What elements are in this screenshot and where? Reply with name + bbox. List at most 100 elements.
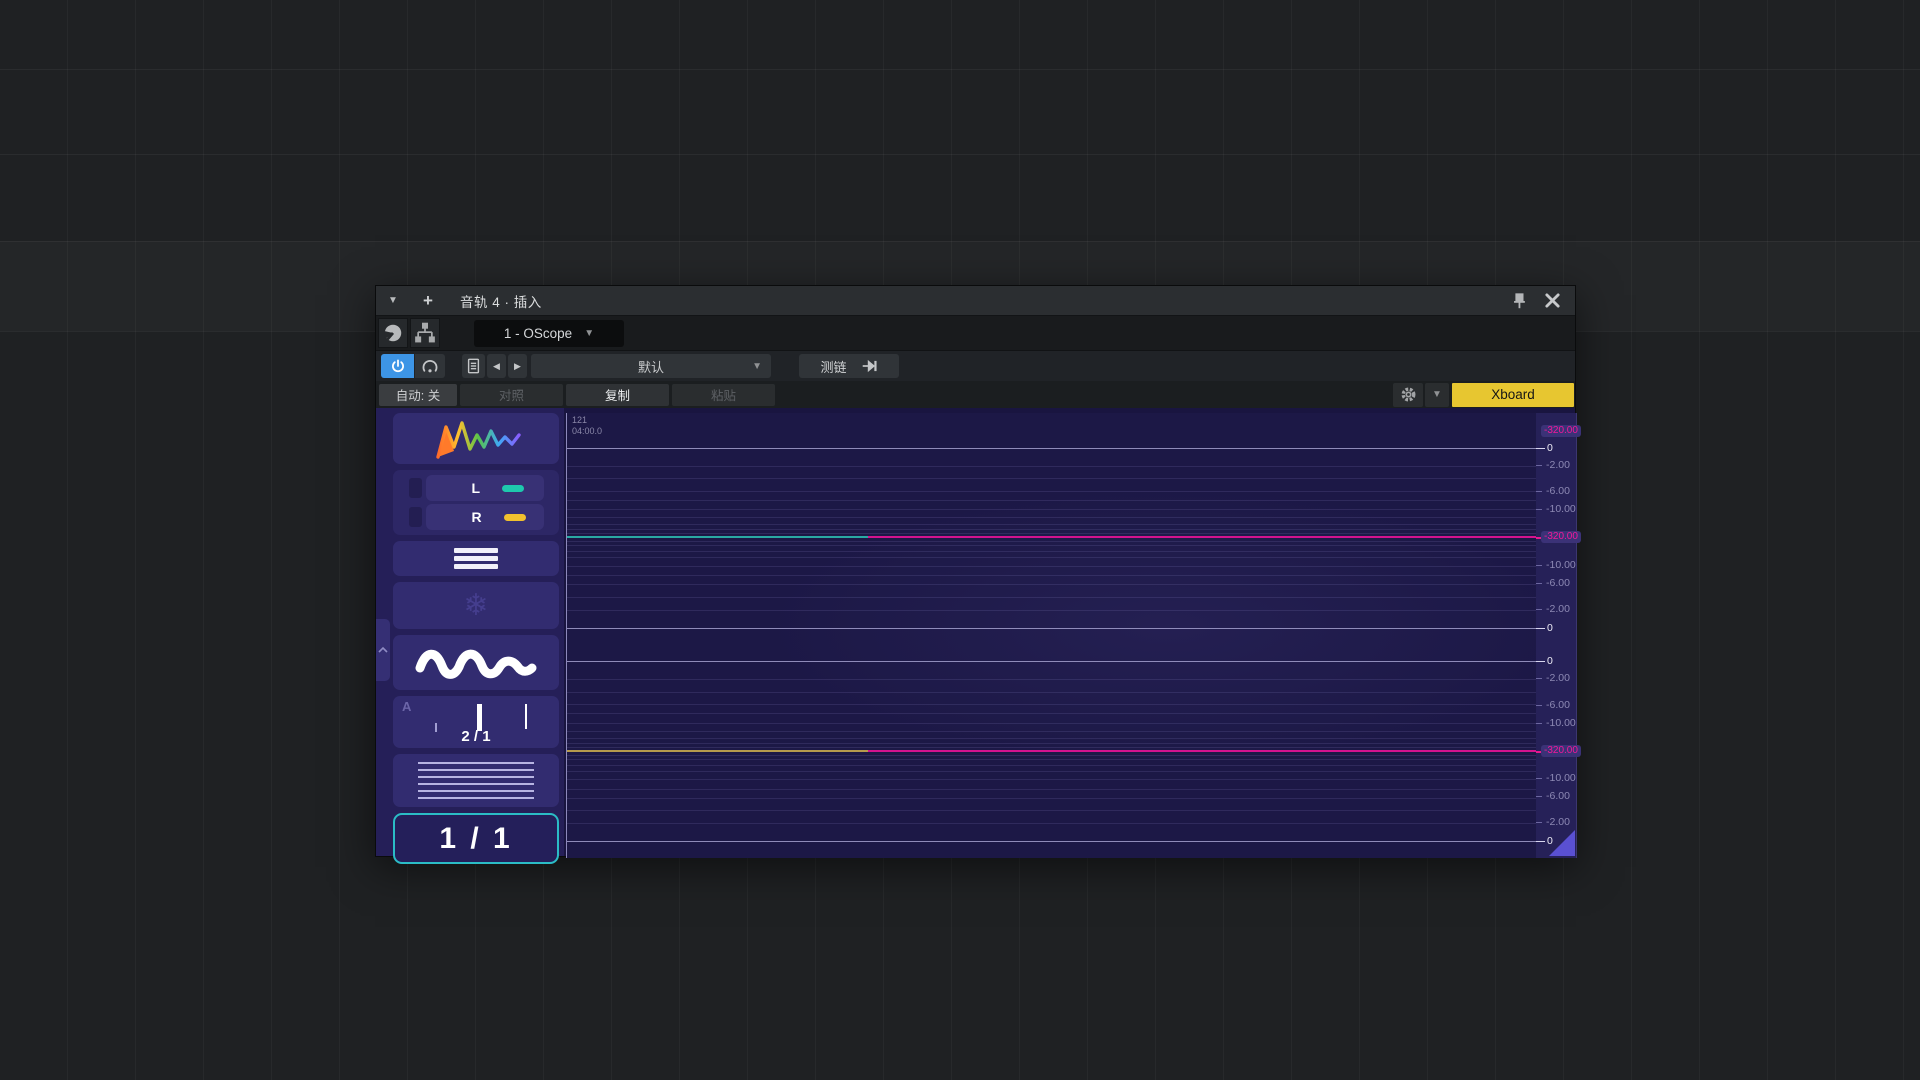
scale-tick-label: -2.00 <box>1546 459 1570 471</box>
chevron-down-icon: ▼ <box>752 361 762 372</box>
channel-right-button[interactable]: R <box>426 504 544 530</box>
db-gridline <box>567 743 1536 744</box>
xboard-button[interactable]: Xboard <box>1452 383 1574 407</box>
copy-button[interactable]: 复制 <box>566 384 669 406</box>
zero-db-gridline <box>567 661 1536 662</box>
plugin-instance-dropdown[interactable]: 1 - OScope ▼ <box>474 320 624 347</box>
scale-tick-label: -10.00 <box>1546 772 1576 784</box>
scale-tick-label: 0 <box>1547 622 1553 634</box>
window-title: 音轨 4 · 插入 <box>460 291 542 311</box>
bypass-icon[interactable] <box>415 354 445 378</box>
gear-icon[interactable] <box>1393 383 1423 407</box>
editor-knob-icon[interactable] <box>378 318 408 348</box>
scale-tick-mark <box>1536 841 1545 842</box>
db-gridline <box>567 545 1536 546</box>
db-gridline <box>567 597 1536 598</box>
plugin-instance-name: 1 - OScope <box>504 326 572 341</box>
channel-buttons-group: L R <box>393 470 559 535</box>
automation-mode-button[interactable]: 自动: 关 <box>379 384 457 406</box>
oscope-sidebar: L R ❄ <box>376 408 564 856</box>
db-gridline <box>567 738 1536 739</box>
scale-tick-label: -10.00 <box>1546 503 1576 515</box>
db-gridline <box>567 798 1536 799</box>
db-gridline <box>567 478 1536 479</box>
pin-icon[interactable] <box>1510 292 1528 310</box>
scale-tick-label: -6.00 <box>1546 699 1570 711</box>
channel-drag-notch[interactable] <box>409 478 422 498</box>
window-titlebar[interactable]: ▼ + 音轨 4 · 插入 <box>376 286 1575 316</box>
zero-db-gridline <box>567 628 1536 629</box>
db-gridline <box>567 551 1536 552</box>
layout-mode-button[interactable] <box>393 541 559 576</box>
channel-right-color-swatch[interactable] <box>504 514 526 521</box>
channel-right-label: R <box>472 509 482 525</box>
sidechain-button[interactable]: 测链 <box>799 354 899 378</box>
grid-density-button[interactable] <box>393 754 559 807</box>
db-gridline <box>567 524 1536 525</box>
scope-position-readout: 121 04:00.0 <box>572 415 602 437</box>
preset-toolbar-row: ◀ ▶ 默认 ▼ 测链 <box>376 351 1575 381</box>
db-gridline <box>567 810 1536 811</box>
trace-history-segment <box>868 750 1536 752</box>
sidechain-label: 测链 <box>820 357 846 376</box>
zero-db-gridline <box>567 841 1536 842</box>
settings-dropdown-button[interactable]: ▼ <box>1425 383 1449 407</box>
channel-left-label: L <box>472 480 481 496</box>
scale-tick-label: -2.00 <box>1546 603 1570 615</box>
next-preset-button[interactable]: ▶ <box>508 354 527 378</box>
scale-tick-mark <box>1536 661 1545 662</box>
track-lane-divider <box>0 69 1920 70</box>
preset-file-icon[interactable] <box>462 354 485 378</box>
scale-tick-mark <box>1536 583 1542 584</box>
previous-preset-button[interactable]: ◀ <box>487 354 506 378</box>
channel-left-button[interactable]: L <box>426 475 544 501</box>
db-gridline <box>567 747 1536 748</box>
scale-tick-mark <box>1536 628 1545 629</box>
db-gridline <box>567 692 1536 693</box>
chevron-down-icon: ▼ <box>584 328 594 339</box>
window-collapse-button[interactable]: ▼ <box>376 295 410 306</box>
zero-db-gridline <box>567 448 1536 449</box>
scale-tick-label: 0 <box>1547 442 1553 454</box>
routing-icon[interactable] <box>410 318 440 348</box>
close-icon[interactable] <box>1544 292 1561 309</box>
trigger-mode-button[interactable]: A 2 / 1 <box>393 696 559 748</box>
db-gridline <box>567 466 1536 467</box>
scale-tick-label: -10.00 <box>1546 559 1576 571</box>
scale-tick-mark <box>1536 448 1545 449</box>
add-insert-button[interactable]: + <box>410 291 446 311</box>
snowflake-icon: ❄ <box>463 588 488 623</box>
time-readout: 04:00.0 <box>572 426 602 437</box>
freeze-button[interactable]: ❄ <box>393 582 559 629</box>
db-gridline <box>567 779 1536 780</box>
db-gridline <box>567 557 1536 558</box>
db-gridline <box>567 541 1536 542</box>
db-gridline <box>567 529 1536 530</box>
route-to-end-icon <box>861 359 878 373</box>
scale-tick-label: -2.00 <box>1546 816 1570 828</box>
window-resize-grip[interactable] <box>1549 830 1575 856</box>
compare-button[interactable]: 对照 <box>460 384 563 406</box>
scale-tick-label: -2.00 <box>1546 672 1570 684</box>
bar-number: 121 <box>572 415 602 426</box>
waveform-icon <box>412 642 540 684</box>
scale-tick-label: -6.00 <box>1546 790 1570 802</box>
oscope-logo <box>393 413 559 464</box>
preset-dropdown[interactable]: 默认 ▼ <box>531 354 771 378</box>
trigger-channel-label: A <box>402 699 411 714</box>
db-scale-column[interactable]: -320.000-2.00-6.00-10.00-320.00-10.00-6.… <box>1536 413 1577 858</box>
plugin-selector-row: 1 - OScope ▼ <box>376 316 1575 351</box>
trace-live-segment <box>567 750 868 752</box>
waveform-mode-button[interactable] <box>393 635 559 690</box>
db-gridline <box>567 500 1536 501</box>
scale-tick-mark <box>1536 705 1542 706</box>
scale-tick-mark <box>1536 778 1542 779</box>
plugin-power-button[interactable] <box>381 354 414 378</box>
db-gridline <box>567 755 1536 756</box>
sidebar-collapse-handle[interactable] <box>376 619 390 681</box>
zoom-ratio-button[interactable]: 1 / 1 <box>393 813 559 864</box>
paste-button[interactable]: 粘贴 <box>672 384 775 406</box>
channel-left-color-swatch[interactable] <box>502 485 524 492</box>
oscilloscope-display[interactable]: 121 04:00.0 <box>566 413 1536 858</box>
channel-drag-notch[interactable] <box>409 507 422 527</box>
